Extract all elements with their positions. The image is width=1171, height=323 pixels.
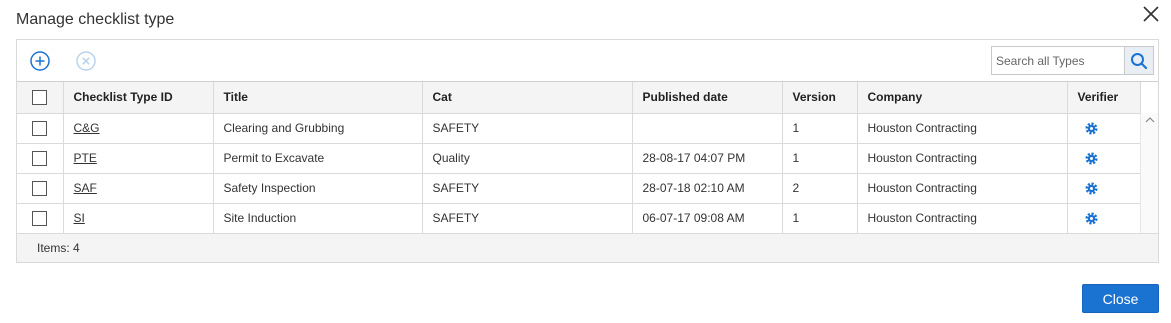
published-date-cell: 28-08-17 04:07 PM [632, 143, 783, 174]
checklist-type-table: Checklist Type ID Title Cat Published da… [17, 82, 1141, 234]
verifier-cell [1067, 173, 1141, 204]
select-all-checkbox[interactable] [32, 89, 48, 105]
checklist-type-id-link[interactable]: SI [74, 211, 85, 225]
toolbar [17, 40, 1158, 82]
version-cell: 1 [782, 113, 858, 144]
cat-cell: Quality [422, 143, 633, 174]
checklist-type-grid: Checklist Type ID Title Cat Published da… [17, 81, 1158, 234]
row-select-cell [17, 203, 64, 234]
column-header-published-date[interactable]: Published date [632, 82, 783, 114]
version-cell: 1 [782, 203, 858, 234]
row-checkbox[interactable] [32, 180, 48, 196]
version-cell: 1 [782, 143, 858, 174]
search-box [991, 46, 1154, 75]
row-select-cell [17, 173, 64, 204]
cat-cell: SAFETY [422, 113, 633, 144]
published-date-cell: 06-07-17 09:08 AM [632, 203, 783, 234]
table-row: PTE Permit to Excavate Quality 28-08-17 … [17, 143, 1141, 174]
gear-icon[interactable] [1084, 122, 1098, 135]
version-cell: 2 [782, 173, 858, 204]
title-cell: Safety Inspection [213, 173, 423, 204]
gear-icon[interactable] [1084, 182, 1098, 195]
row-checkbox[interactable] [32, 150, 48, 166]
search-button[interactable] [1124, 47, 1153, 74]
verifier-cell [1067, 203, 1141, 234]
published-date-cell: 28-07-18 02:10 AM [632, 173, 783, 204]
column-header-id[interactable]: Checklist Type ID [63, 82, 214, 114]
column-header-company[interactable]: Company [857, 82, 1068, 114]
gear-icon[interactable] [1084, 152, 1098, 165]
company-cell: Houston Contracting [857, 173, 1068, 204]
id-cell: C&G [63, 113, 214, 144]
table-header-row: Checklist Type ID Title Cat Published da… [17, 82, 1141, 114]
close-icon[interactable] [1142, 5, 1160, 23]
cat-cell: SAFETY [422, 203, 633, 234]
search-icon [1131, 52, 1148, 69]
verifier-cell [1067, 143, 1141, 174]
dialog-title: Manage checklist type [16, 11, 175, 28]
select-all-cell [17, 82, 64, 114]
id-cell: PTE [63, 143, 214, 174]
column-header-version[interactable]: Version [782, 82, 858, 114]
title-cell: Clearing and Grubbing [213, 113, 423, 144]
row-select-cell [17, 113, 64, 144]
column-header-title[interactable]: Title [213, 82, 423, 114]
close-button[interactable]: Close [1082, 284, 1159, 313]
title-cell: Site Induction [213, 203, 423, 234]
search-input[interactable] [992, 47, 1124, 74]
row-checkbox[interactable] [32, 210, 48, 226]
scroll-up-icon[interactable] [1145, 116, 1155, 124]
checklist-type-id-link[interactable]: C&G [74, 121, 100, 135]
items-count: Items: 4 [37, 241, 80, 255]
company-cell: Houston Contracting [857, 143, 1068, 174]
title-cell: Permit to Excavate [213, 143, 423, 174]
row-select-cell [17, 143, 64, 174]
add-icon[interactable] [29, 50, 51, 72]
id-cell: SAF [63, 173, 214, 204]
table-row: SI Site Induction SAFETY 06-07-17 09:08 … [17, 203, 1141, 234]
row-checkbox[interactable] [32, 120, 48, 136]
company-cell: Houston Contracting [857, 113, 1068, 144]
table-row: C&G Clearing and Grubbing SAFETY 1 Houst… [17, 113, 1141, 144]
vertical-scrollbar[interactable] [1140, 113, 1158, 233]
gear-icon[interactable] [1084, 212, 1098, 225]
cat-cell: SAFETY [422, 173, 633, 204]
column-header-cat[interactable]: Cat [422, 82, 633, 114]
column-header-verifier[interactable]: Verifier [1067, 82, 1141, 114]
company-cell: Houston Contracting [857, 203, 1068, 234]
checklist-type-panel: Checklist Type ID Title Cat Published da… [16, 39, 1159, 263]
checklist-type-id-link[interactable]: PTE [74, 151, 97, 165]
id-cell: SI [63, 203, 214, 234]
table-row: SAF Safety Inspection SAFETY 28-07-18 02… [17, 173, 1141, 204]
checklist-type-id-link[interactable]: SAF [74, 181, 97, 195]
grid-footer: Items: 4 [17, 233, 1158, 262]
published-date-cell [632, 113, 783, 144]
verifier-cell [1067, 113, 1141, 144]
remove-icon[interactable] [75, 50, 97, 72]
